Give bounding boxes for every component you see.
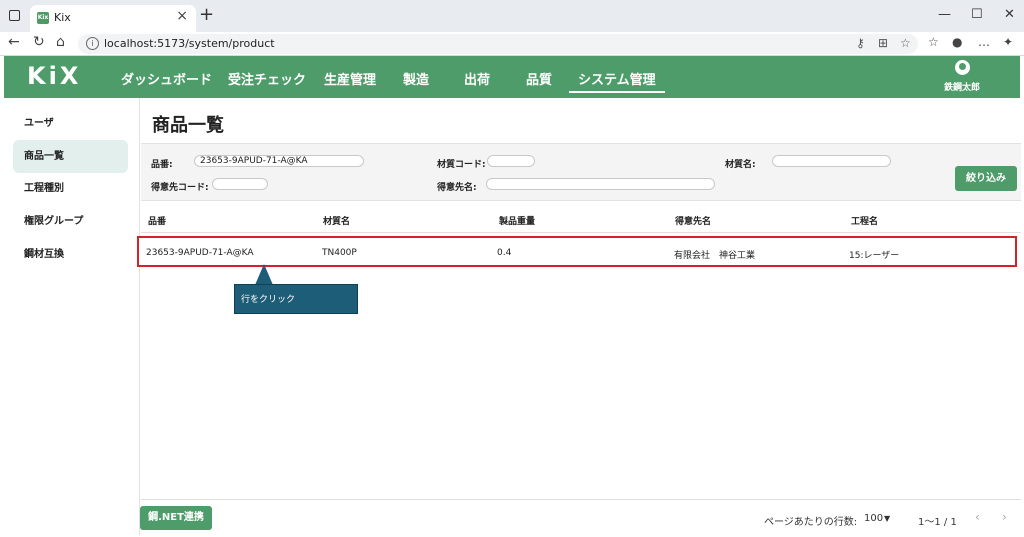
browser-tab-bar: Kix Kix × + — ☐ ✕ — [0, 0, 1024, 32]
home-icon[interactable]: ⌂ — [56, 34, 65, 50]
site-info-icon[interactable]: i — [86, 37, 99, 50]
material-code-input[interactable] — [487, 155, 535, 167]
sidebar-item-permission-groups[interactable]: 権限グループ — [13, 205, 128, 238]
menu-manufacturing[interactable]: 製造 — [403, 69, 429, 88]
customer-code-label: 得意先コード: — [151, 183, 209, 193]
kix-logo: KiX — [27, 62, 82, 90]
callout-pointer — [255, 264, 273, 285]
sidebar-item-steel-compat[interactable]: 鋼材互換 — [13, 238, 128, 271]
column-header-material-name[interactable]: 材質名 — [323, 214, 350, 227]
customer-name-input[interactable] — [486, 178, 715, 190]
favorites-icon[interactable]: ☆ — [928, 35, 939, 49]
browser-tab[interactable]: Kix Kix × — [30, 5, 196, 32]
net-link-button[interactable]: 鋼.NET連携 — [140, 506, 212, 530]
key-icon[interactable]: ⚷ — [856, 36, 865, 50]
pagination-range: 1〜1 / 1 — [918, 517, 957, 528]
filter-panel — [141, 143, 1021, 201]
customer-name-label: 得意先名: — [437, 183, 477, 193]
material-name-label: 材質名: — [725, 160, 756, 170]
url-field[interactable]: i localhost:5173/system/product ⚷ ⊞ ☆ — [78, 34, 918, 54]
hinban-label: 品番: — [151, 160, 173, 170]
url-text: localhost:5173/system/product — [104, 37, 275, 50]
sidebar-item-users[interactable]: ユーザ — [13, 107, 128, 140]
maximize-icon[interactable]: ☐ — [971, 7, 983, 22]
menu-order-check[interactable]: 受注チェック — [228, 69, 306, 88]
column-header-hinban[interactable]: 品番 — [148, 214, 166, 227]
header-divider — [141, 232, 1021, 233]
cell-process-name[interactable]: 15:レーザー — [849, 248, 899, 261]
sidebar-item-products[interactable]: 商品一覧 — [13, 140, 128, 173]
cell-product-weight[interactable]: 0.4 — [497, 248, 511, 258]
app-header: KiX ダッシュボード 受注チェック 生産管理 製造 出荷 品質 システム管理 … — [4, 56, 1020, 98]
menu-production-management[interactable]: 生産管理 — [324, 69, 376, 88]
copilot-icon[interactable]: ✦ — [1003, 35, 1013, 49]
tab-close-icon[interactable]: × — [176, 8, 188, 24]
menu-shipping[interactable]: 出荷 — [464, 69, 490, 88]
callout-text: 行をクリック — [241, 295, 296, 305]
cell-hinban[interactable]: 23653-9APUD-71-A@KA — [146, 248, 254, 258]
menu-dashboard[interactable]: ダッシュボード — [121, 69, 212, 88]
menu-system-management[interactable]: システム管理 — [578, 69, 656, 88]
filter-button[interactable]: 絞り込み — [955, 166, 1017, 191]
profile-icon[interactable]: ● — [952, 35, 962, 49]
prev-page-icon[interactable]: ‹ — [975, 510, 980, 524]
tab-title: Kix — [54, 11, 71, 24]
hinban-input[interactable]: 23653-9APUD-71-A@KA — [194, 155, 364, 167]
rows-per-page-label: ページあたりの行数: — [764, 517, 858, 528]
minimize-icon[interactable]: — — [938, 7, 951, 22]
rows-per-page-select[interactable]: 100 — [864, 513, 883, 524]
close-window-icon[interactable]: ✕ — [1004, 7, 1015, 22]
more-icon[interactable]: … — [978, 35, 990, 49]
chevron-down-icon[interactable]: ▼ — [884, 514, 890, 523]
reload-icon[interactable]: ↻ — [33, 34, 45, 50]
tab-actions-icon[interactable] — [9, 10, 20, 21]
new-tab-icon[interactable]: + — [199, 4, 214, 25]
page-title: 商品一覧 — [152, 115, 224, 136]
user-name[interactable]: 鉄鋼太郎 — [944, 80, 980, 93]
favorite-star-icon[interactable]: ☆ — [900, 36, 911, 50]
user-avatar-icon[interactable] — [955, 60, 970, 75]
read-mode-icon[interactable]: ⊞ — [878, 36, 888, 50]
cell-customer-name[interactable]: 有限会社 神谷工業 — [674, 248, 755, 261]
column-header-product-weight[interactable]: 製品重量 — [499, 214, 535, 227]
material-code-label: 材質コード: — [437, 160, 486, 170]
active-menu-indicator — [569, 91, 665, 93]
column-header-customer-name[interactable]: 得意先名 — [675, 214, 711, 227]
menu-quality[interactable]: 品質 — [526, 69, 552, 88]
cell-material-name[interactable]: TN400P — [322, 248, 357, 258]
customer-code-input[interactable] — [212, 178, 268, 190]
back-icon[interactable]: ← — [8, 34, 20, 50]
next-page-icon[interactable]: › — [1002, 510, 1007, 524]
sidebar: ユーザ 商品一覧 工程種別 権限グループ 鋼材互換 — [4, 98, 140, 535]
kix-favicon-icon: Kix — [37, 12, 49, 24]
sidebar-item-process-types[interactable]: 工程種別 — [13, 172, 128, 205]
column-header-process-name[interactable]: 工程名 — [851, 214, 878, 227]
address-bar: ← ↻ ⌂ i localhost:5173/system/product ⚷ … — [0, 32, 1024, 56]
material-name-input[interactable] — [772, 155, 891, 167]
footer-divider — [141, 499, 1021, 500]
